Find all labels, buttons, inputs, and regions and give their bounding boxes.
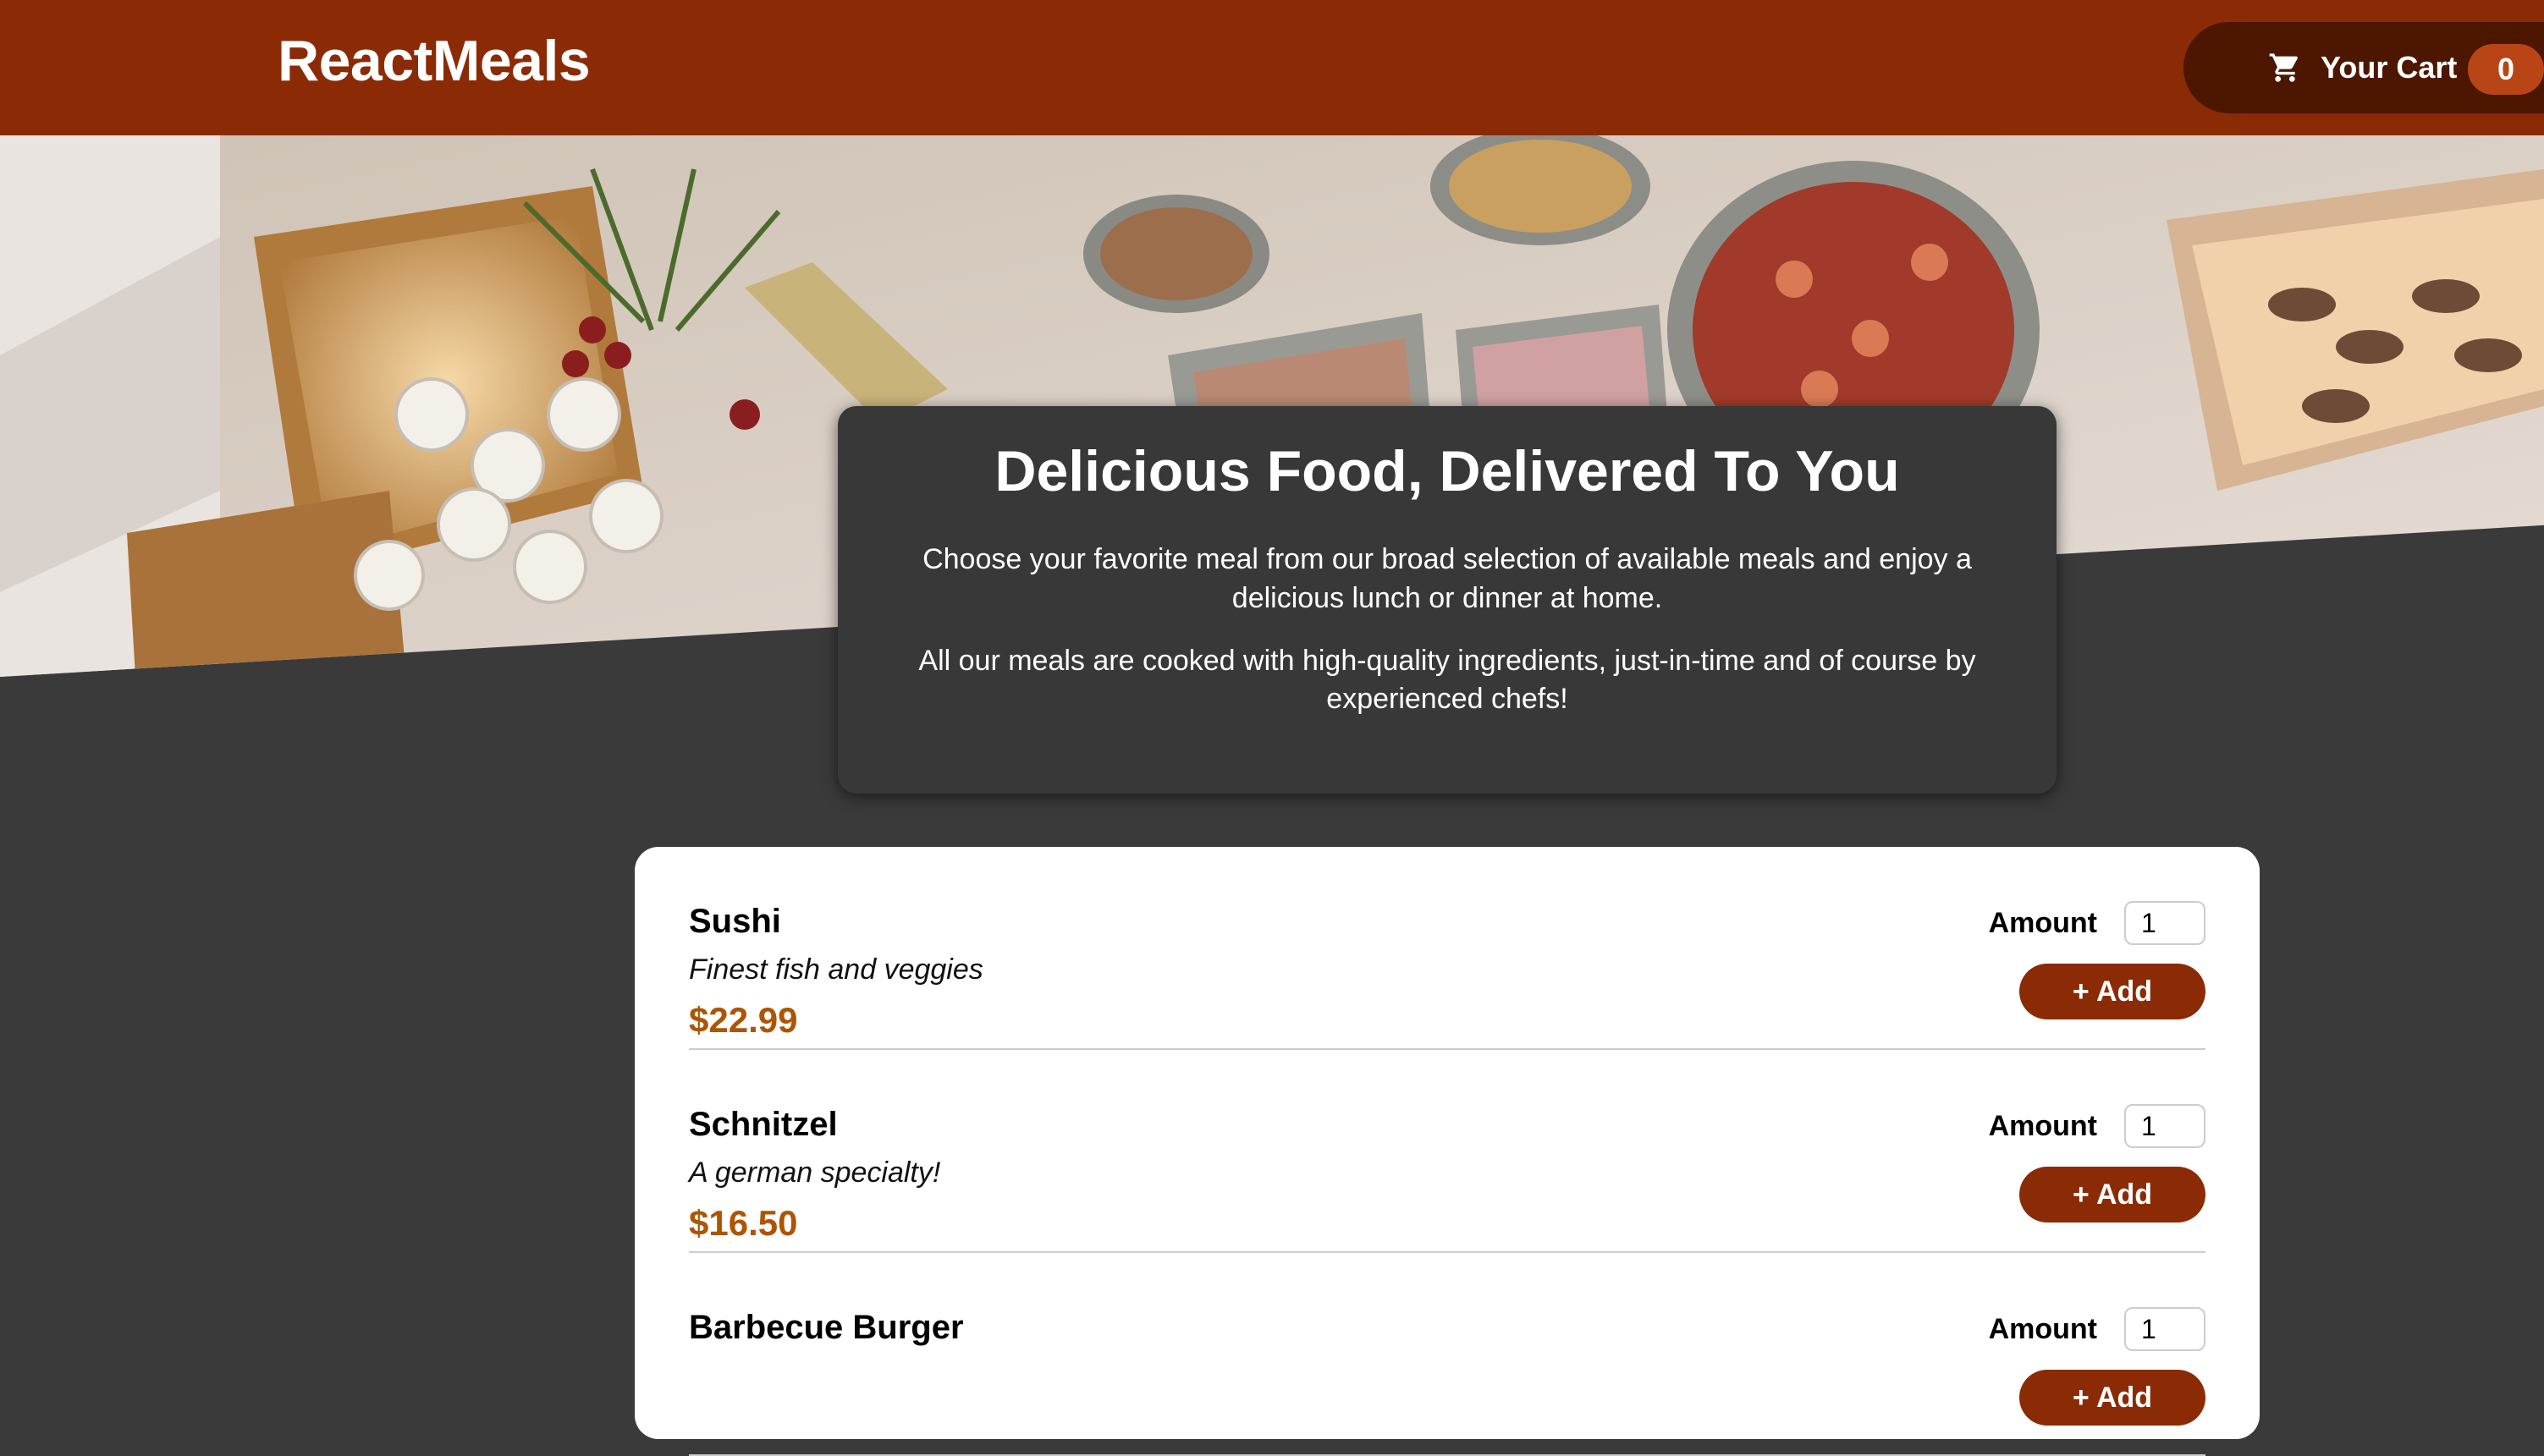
- amount-row: Amount: [1985, 901, 2205, 945]
- cart-label: Your Cart: [2321, 50, 2458, 85]
- meal-form: Amount + Add: [1985, 901, 2205, 1019]
- amount-input[interactable]: [2124, 1104, 2205, 1148]
- amount-row: Amount: [1985, 1307, 2205, 1351]
- summary-title: Delicious Food, Delivered To You: [994, 439, 1900, 503]
- meal-item: Schnitzel A german specialty! $16.50 Amo…: [689, 1050, 2205, 1253]
- meal-name: Barbecue Burger: [689, 1309, 964, 1346]
- meal-price: $22.99: [689, 1000, 798, 1040]
- summary-card: Delicious Food, Delivered To You Choose …: [838, 406, 2057, 794]
- meals-list: Sushi Finest fish and veggies $22.99 Amo…: [635, 847, 2260, 1456]
- amount-label: Amount: [1988, 1109, 2097, 1142]
- meal-price: $16.50: [689, 1203, 798, 1243]
- cart-count-badge: 0: [2468, 44, 2544, 95]
- amount-label: Amount: [1988, 1312, 2097, 1345]
- meal-description: Finest fish and veggies: [689, 953, 983, 986]
- cart-icon: [2268, 51, 2302, 85]
- amount-row: Amount: [1985, 1104, 2205, 1148]
- add-button[interactable]: + Add: [2019, 964, 2205, 1019]
- meal-item: Barbecue Burger Amount + Add: [689, 1253, 2205, 1456]
- add-button[interactable]: + Add: [2019, 1167, 2205, 1222]
- cart-button[interactable]: Your Cart 0: [2183, 22, 2544, 113]
- amount-label: Amount: [1988, 906, 2097, 939]
- add-button[interactable]: + Add: [2019, 1370, 2205, 1426]
- app-header: ReactMeals Your Cart 0: [0, 0, 2544, 135]
- amount-input[interactable]: [2124, 901, 2205, 945]
- meal-name: Sushi: [689, 903, 781, 940]
- meal-form: Amount + Add: [1985, 1307, 2205, 1426]
- meal-name: Schnitzel: [689, 1106, 838, 1143]
- summary-paragraph-1: Choose your favorite meal from our broad…: [922, 542, 1972, 614]
- meal-description: A german specialty!: [689, 1157, 941, 1189]
- meal-item: Sushi Finest fish and veggies $22.99 Amo…: [689, 847, 2205, 1050]
- meal-form: Amount + Add: [1985, 1104, 2205, 1222]
- brand-title: ReactMeals: [278, 29, 591, 93]
- summary-paragraph-2: All our meals are cooked with high-quali…: [918, 644, 1976, 716]
- amount-input[interactable]: [2124, 1307, 2205, 1351]
